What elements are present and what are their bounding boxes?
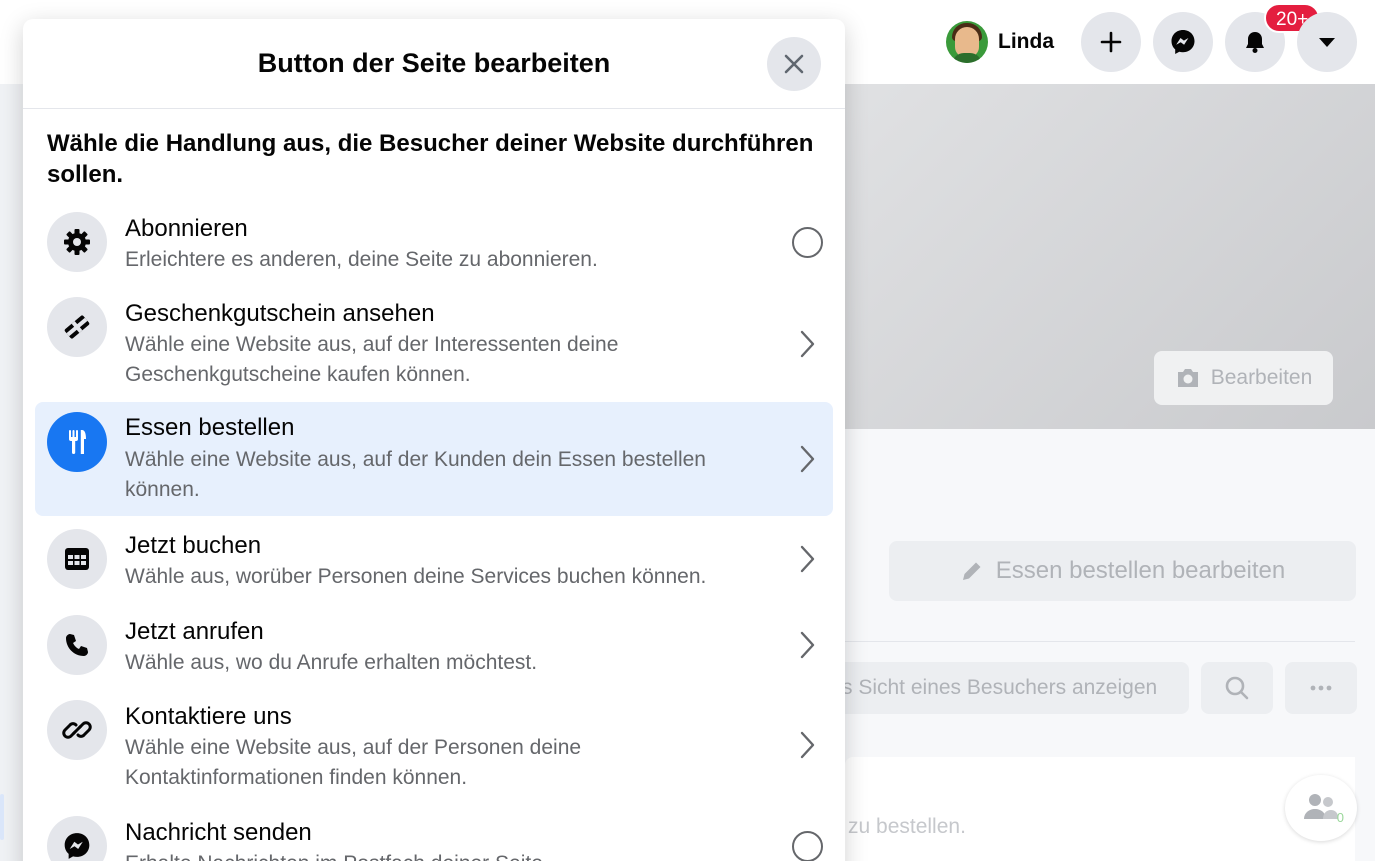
chevron-right-icon — [800, 545, 815, 573]
chevron-right-icon — [800, 330, 815, 358]
option-chevron — [795, 328, 819, 360]
option-icon-badge — [47, 529, 107, 589]
dialog-title: Button der Seite bearbeiten — [257, 48, 611, 78]
plus-icon — [1100, 31, 1122, 53]
option-title: Kontaktiere uns — [125, 703, 292, 730]
gift-card-icon — [64, 315, 90, 339]
edit-action-label: Essen bestellen bearbeiten — [995, 557, 1286, 584]
option-description: Wähle aus, worüber Personen deine Servic… — [125, 565, 707, 588]
view-as-visitor-label: s Sicht eines Besuchers anzeigen — [842, 676, 1158, 699]
option-geschenkgutschein-ansehen[interactable]: Geschenkgutschein ansehen Wähle eine Web… — [35, 289, 833, 399]
dialog-header: Button der Seite bearbeiten — [23, 19, 845, 109]
order-hint-text: zu bestellen. — [848, 815, 966, 838]
option-title: Jetzt anrufen — [125, 618, 264, 645]
edit-cover-label: Bearbeiten — [1210, 366, 1313, 389]
option-jetzt-anrufen[interactable]: Jetzt anrufen Wähle aus, wo du Anrufe er… — [35, 607, 833, 687]
people-count: 0 — [1336, 810, 1344, 825]
option-icon-badge — [47, 700, 107, 760]
option-description: Erleichtere es anderen, deine Seite zu a… — [125, 248, 598, 271]
profile-chip[interactable]: Linda — [936, 14, 1064, 70]
option-kontaktiere-uns[interactable]: Kontaktiere uns Wähle eine Website aus, … — [35, 692, 833, 802]
search-button[interactable] — [1201, 662, 1273, 714]
option-title: Jetzt buchen — [125, 532, 262, 559]
edit-page-button-dialog: Button der Seite bearbeiten Wähle die Ha… — [23, 19, 845, 861]
edit-action-button[interactable]: Essen bestellen bearbeiten — [889, 541, 1356, 601]
avatar — [946, 21, 988, 63]
option-icon-badge — [47, 412, 107, 472]
profile-name: Linda — [998, 30, 1054, 53]
option-chevron — [795, 729, 819, 761]
search-icon — [1225, 676, 1249, 700]
messenger-button[interactable] — [1153, 12, 1213, 72]
option-jetzt-buchen[interactable]: Jetzt buchen Wähle aus, worüber Personen… — [35, 521, 833, 601]
messenger-icon — [64, 833, 90, 859]
option-description: Wähle eine Website aus, auf der Interess… — [125, 333, 619, 386]
people-icon — [1304, 794, 1338, 819]
option-nachricht-senden[interactable]: Nachricht senden Erhalte Nachrichten im … — [35, 808, 833, 861]
option-icon-badge — [47, 297, 107, 357]
create-button[interactable] — [1081, 12, 1141, 72]
messenger-icon — [1171, 30, 1195, 54]
option-chevron — [795, 543, 819, 575]
edit-cover-button[interactable]: Bearbeiten — [1154, 351, 1333, 405]
account-menu-button[interactable] — [1297, 12, 1357, 72]
option-title: Essen bestellen — [125, 414, 295, 441]
option-essen-bestellen[interactable]: Essen bestellen Wähle eine Website aus, … — [35, 402, 833, 516]
bell-icon — [1246, 32, 1264, 53]
option-chevron — [795, 443, 819, 475]
option-description: Wähle eine Website aus, auf der Kunden d… — [125, 448, 706, 501]
option-radio[interactable] — [792, 227, 823, 258]
divider — [845, 641, 1355, 642]
chevron-right-icon — [800, 731, 815, 759]
option-icon-badge — [47, 816, 107, 861]
more-options-button[interactable] — [1285, 662, 1357, 714]
option-icon-badge — [47, 212, 107, 272]
fork-knife-icon — [69, 430, 86, 454]
dialog-question: Wähle die Handlung aus, die Besucher dei… — [47, 130, 814, 188]
close-button[interactable] — [767, 37, 821, 91]
option-description: Wähle aus, wo du Anrufe erhalten möchtes… — [125, 651, 538, 674]
option-description: Erhalte Nachrichten im Postfach deiner S… — [125, 849, 745, 861]
phone-icon — [66, 634, 88, 656]
option-chevron — [795, 629, 819, 661]
more-dots-icon — [1310, 685, 1332, 691]
content-card — [845, 757, 1355, 861]
link-icon — [62, 721, 92, 739]
camera-icon — [1177, 369, 1198, 387]
option-abonnieren[interactable]: Abonnieren Erleichtere es anderen, deine… — [35, 204, 833, 284]
close-icon — [784, 54, 804, 74]
option-icon-badge — [47, 615, 107, 675]
calendar-icon — [65, 548, 89, 570]
gear-icon — [64, 229, 90, 255]
option-title: Geschenkgutschein ansehen — [125, 300, 435, 327]
caret-down-icon — [1319, 38, 1335, 47]
chevron-right-icon — [800, 445, 815, 473]
view-as-visitor-button[interactable]: s Sicht eines Besuchers anzeigen — [830, 662, 1189, 714]
left-edge-indicator — [0, 794, 4, 840]
pencil-icon — [962, 562, 981, 580]
chevron-right-icon — [800, 631, 815, 659]
option-title: Abonnieren — [125, 215, 248, 242]
option-description: Wähle eine Website aus, auf der Personen… — [125, 736, 582, 789]
people-button[interactable]: 0 — [1285, 775, 1357, 841]
option-radio[interactable] — [792, 831, 823, 861]
option-title: Nachricht senden — [125, 819, 312, 846]
